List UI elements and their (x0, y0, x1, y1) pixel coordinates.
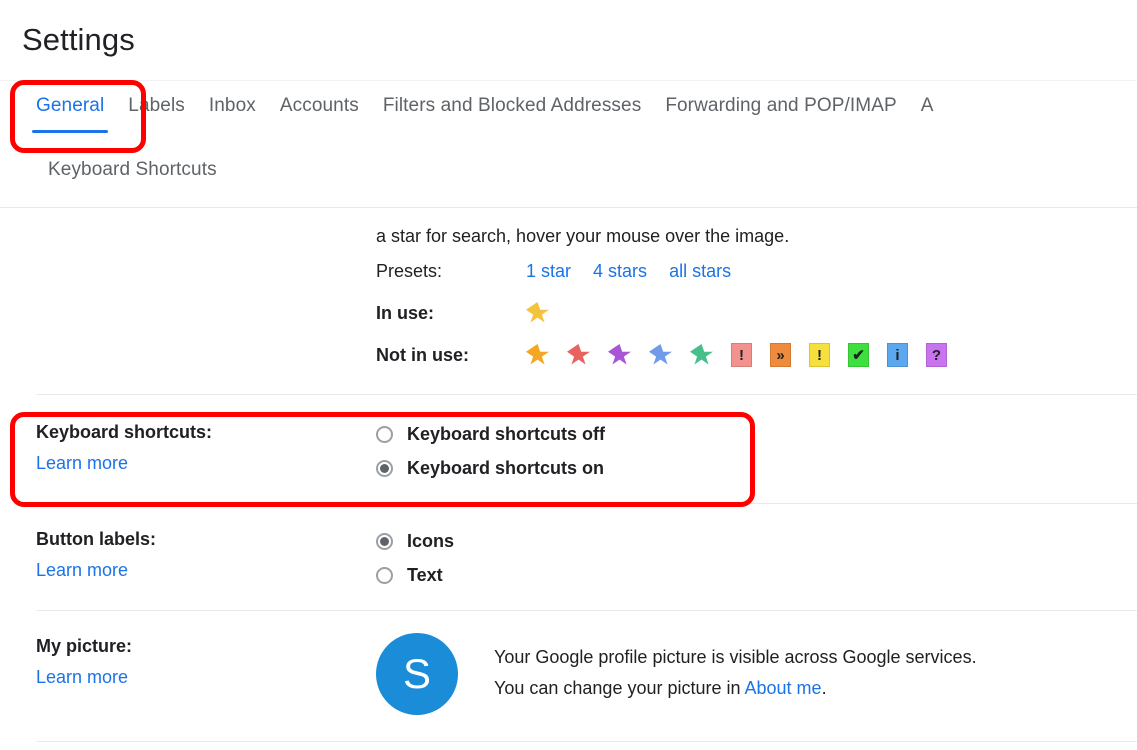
stars-in-use-row: In use: (0, 292, 1137, 334)
button-labels-icons-label[interactable]: Icons (407, 531, 454, 552)
tab-active-underline (32, 130, 109, 133)
stars-preset-links: 1 star 4 stars all stars (526, 261, 731, 282)
radio-keyboard-shortcuts-off[interactable] (376, 425, 393, 443)
tab-truncated-next-label: A (920, 95, 934, 116)
my-picture-description-line2: You can change your picture in About me. (494, 673, 977, 704)
preset-link-4-stars[interactable]: 4 stars (593, 261, 647, 282)
badge-orange-double-arrow-icon[interactable]: » (770, 343, 791, 367)
badge-yellow-exclamation-icon[interactable]: ! (809, 343, 830, 367)
keyboard-shortcuts-learn-more-link[interactable]: Learn more (36, 447, 376, 479)
tab-keyboard-shortcuts[interactable]: Keyboard Shortcuts (36, 159, 229, 181)
page-header: Settings (0, 0, 1137, 80)
tab-general-label: General (36, 95, 105, 116)
button-labels-icons-option[interactable]: Icons (376, 524, 1137, 558)
tab-truncated-next[interactable]: A (909, 81, 946, 133)
tab-inbox[interactable]: Inbox (197, 81, 268, 133)
tab-filters-and-blocked-addresses[interactable]: Filters and Blocked Addresses (371, 81, 653, 133)
my-picture-desc-prefix: You can change your picture in (494, 678, 745, 698)
tab-keyboard-shortcuts-label: Keyboard Shortcuts (48, 159, 217, 180)
preset-link-1-star[interactable]: 1 star (526, 261, 571, 282)
stars-in-use-label: In use: (376, 302, 435, 323)
my-picture-description-line1: Your Google profile picture is visible a… (494, 647, 977, 667)
star-blue-icon[interactable] (649, 344, 672, 365)
stars-in-use-icons (526, 302, 549, 324)
button-labels-learn-more-link[interactable]: Learn more (36, 554, 376, 586)
row-button-labels: Button labels: Learn more Icons Text (0, 504, 1137, 610)
tab-labels-label: Labels (128, 95, 185, 116)
tab-general[interactable]: General (24, 81, 116, 133)
button-labels-text-option[interactable]: Text (376, 558, 1137, 592)
my-picture-learn-more-link[interactable]: Learn more (36, 661, 376, 693)
radio-button-labels-text[interactable] (376, 566, 393, 584)
stars-presets-label: Presets: (376, 260, 443, 281)
star-red-icon[interactable] (567, 344, 590, 365)
row-keyboard-shortcuts: Keyboard shortcuts: Learn more Keyboard … (0, 395, 1137, 503)
tab-filters-label: Filters and Blocked Addresses (382, 95, 642, 116)
keyboard-shortcuts-off-option[interactable]: Keyboard shortcuts off (376, 417, 1137, 451)
stars-not-in-use-label: Not in use: (376, 344, 469, 365)
keyboard-shortcuts-label: Keyboard shortcuts: (36, 422, 213, 442)
my-picture-label-col: My picture: Learn more (36, 629, 376, 693)
stars-intro-text: a star for search, hover your mouse over… (376, 226, 790, 246)
my-picture-avatar-wrap: S Your Google profile picture is visible… (376, 631, 1137, 715)
badge-blue-info-icon[interactable]: i (887, 343, 908, 367)
button-labels-label: Button labels: (36, 529, 156, 549)
settings-body: a star for search, hover your mouse over… (0, 208, 1137, 742)
button-labels-options: Icons Text (376, 522, 1137, 592)
keyboard-shortcuts-on-option[interactable]: Keyboard shortcuts on (376, 451, 1137, 485)
avatar[interactable]: S (376, 633, 458, 715)
about-me-link[interactable]: About me (745, 678, 822, 698)
radio-dot (380, 463, 389, 473)
stars-section: a star for search, hover your mouse over… (0, 208, 1137, 376)
tab-inbox-label: Inbox (208, 95, 256, 116)
my-picture-label: My picture: (36, 636, 133, 656)
button-labels-text-label[interactable]: Text (407, 565, 443, 586)
star-purple-icon[interactable] (608, 344, 631, 365)
stars-not-in-use-icons: ! »! ✔ i? (526, 343, 947, 367)
tab-forwarding-and-pop-imap[interactable]: Forwarding and POP/IMAP (653, 81, 908, 133)
settings-tabbar: General Labels Inbox Accounts Filters an… (0, 80, 1137, 208)
keyboard-shortcuts-off-label[interactable]: Keyboard shortcuts off (407, 424, 605, 445)
radio-button-labels-icons[interactable] (376, 532, 393, 550)
divider-below-my-picture (36, 741, 1137, 742)
badge-green-check-icon[interactable]: ✔ (848, 343, 869, 367)
tabbar-secondary-row: Keyboard Shortcuts (24, 147, 1137, 193)
radio-dot (380, 536, 389, 546)
button-labels-label-col: Button labels: Learn more (36, 522, 376, 586)
page-title: Settings (22, 22, 135, 57)
tab-accounts[interactable]: Accounts (268, 81, 371, 133)
my-picture-content: S Your Google profile picture is visible… (376, 629, 1137, 715)
keyboard-shortcuts-label-col: Keyboard shortcuts: Learn more (36, 415, 376, 479)
my-picture-description: Your Google profile picture is visible a… (494, 633, 977, 704)
star-orange-icon[interactable] (526, 344, 549, 365)
my-picture-desc-suffix: . (821, 678, 827, 698)
star-yellow-icon[interactable] (526, 302, 549, 323)
preset-link-all-stars[interactable]: all stars (669, 261, 731, 282)
tab-forwarding-label: Forwarding and POP/IMAP (665, 95, 897, 116)
radio-keyboard-shortcuts-on[interactable] (376, 459, 393, 477)
keyboard-shortcuts-on-label[interactable]: Keyboard shortcuts on (407, 458, 604, 479)
stars-not-in-use-row: Not in use: ! »! ✔ i? (0, 334, 1137, 376)
keyboard-shortcuts-options: Keyboard shortcuts off Keyboard shortcut… (376, 415, 1137, 485)
stars-presets-row: Presets: 1 star 4 stars all stars (0, 250, 1137, 292)
badge-red-exclamation-icon[interactable]: ! (731, 343, 752, 367)
tab-accounts-label: Accounts (279, 95, 359, 116)
tabbar-primary-row: General Labels Inbox Accounts Filters an… (24, 81, 1137, 147)
tab-labels[interactable]: Labels (116, 81, 197, 133)
badge-purple-question-icon[interactable]: ? (926, 343, 947, 367)
star-green-icon[interactable] (690, 344, 713, 365)
row-my-picture: My picture: Learn more S Your Google pro… (0, 611, 1137, 733)
